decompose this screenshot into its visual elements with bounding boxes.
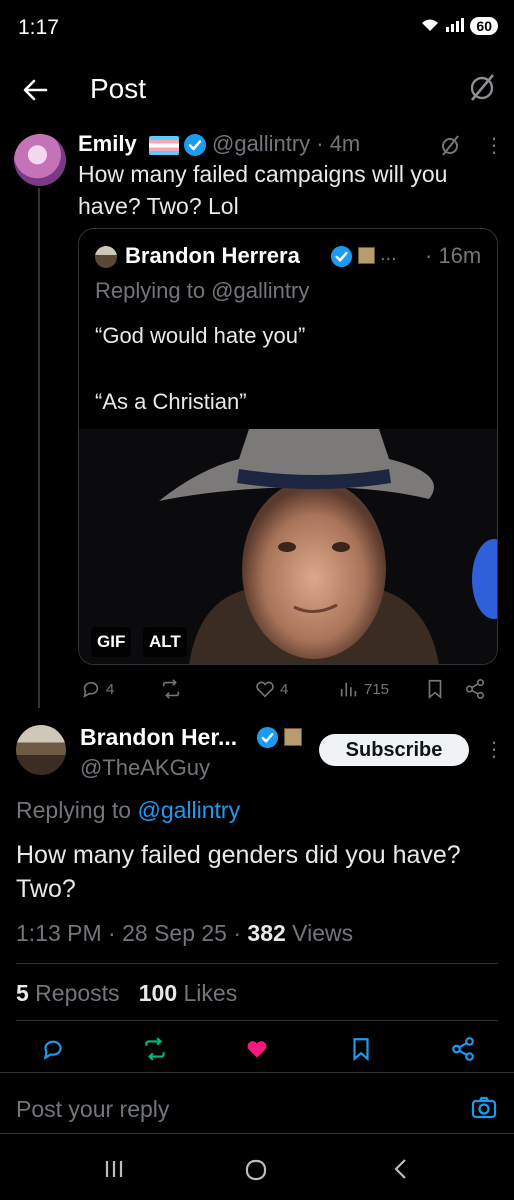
quoted-text-line: “As a Christian” bbox=[95, 389, 247, 414]
status-time: 1:17 bbox=[18, 16, 59, 39]
status-icons: 60 bbox=[420, 17, 498, 35]
avatar bbox=[95, 246, 117, 268]
affiliate-badge-icon bbox=[284, 728, 302, 746]
more-options-icon[interactable]: ⋮ bbox=[484, 133, 504, 158]
tweet-text: How many failed campaigns will you have?… bbox=[78, 161, 448, 219]
replying-to: Replying to @gallintry bbox=[16, 797, 240, 824]
grok-icon[interactable] bbox=[440, 134, 460, 156]
share-button[interactable] bbox=[450, 1036, 476, 1062]
grok-icon[interactable] bbox=[468, 72, 496, 102]
tweet-timestamp: 1:13 PM · 28 Sep 25 · 382 Views bbox=[16, 920, 353, 947]
avatar[interactable] bbox=[16, 725, 66, 775]
camera-icon[interactable] bbox=[470, 1094, 498, 1122]
gif-media[interactable]: GIF ALT bbox=[79, 429, 497, 664]
gif-label: GIF bbox=[91, 627, 132, 657]
like-action[interactable]: 4 bbox=[254, 678, 288, 700]
avatar[interactable] bbox=[14, 134, 66, 186]
bookmark-button[interactable] bbox=[348, 1036, 374, 1062]
signal-icon bbox=[446, 17, 465, 35]
quoted-time: · 16m bbox=[425, 243, 482, 268]
likes-count: 100 bbox=[138, 980, 178, 1006]
divider bbox=[16, 1020, 498, 1021]
reply-action[interactable]: 4 bbox=[80, 678, 114, 700]
recent-apps-icon[interactable] bbox=[104, 1158, 124, 1185]
reply-icon bbox=[43, 1040, 62, 1060]
reply-button[interactable] bbox=[40, 1036, 66, 1062]
engagement-stats: 5 Reposts 100 Likes bbox=[16, 980, 237, 1007]
likes-stat[interactable]: 100 Likes bbox=[139, 980, 237, 1006]
page-title: Post bbox=[90, 73, 147, 104]
gif-frame-image bbox=[79, 429, 497, 664]
wifi-icon bbox=[420, 18, 440, 35]
views-label: Views bbox=[285, 920, 354, 946]
bookmark-icon bbox=[428, 679, 442, 700]
reposts-label: Reposts bbox=[28, 980, 120, 1006]
home-icon[interactable] bbox=[244, 1158, 268, 1187]
repost-icon bbox=[162, 679, 180, 699]
tweet-text: How many failed genders did you have? Tw… bbox=[16, 841, 461, 903]
affiliate-badge-icon bbox=[358, 247, 375, 264]
heart-icon bbox=[256, 681, 274, 698]
reply-input[interactable]: Post your reply bbox=[16, 1096, 169, 1123]
views-action[interactable]: 715 bbox=[338, 678, 389, 700]
repost-action[interactable] bbox=[160, 678, 186, 700]
like-count: 4 bbox=[280, 680, 289, 698]
like-button[interactable] bbox=[244, 1036, 270, 1062]
repost-icon bbox=[145, 1037, 165, 1061]
share-icon bbox=[465, 679, 485, 699]
bookmark-icon bbox=[353, 1038, 369, 1062]
verified-badge-icon bbox=[256, 726, 279, 749]
system-back-icon[interactable] bbox=[392, 1158, 410, 1185]
alt-text-button[interactable]: ALT bbox=[143, 627, 187, 657]
quoted-tweet-card[interactable]: Brandon Herrera ... · 16m Replying to @g… bbox=[78, 228, 498, 665]
verified-badge-icon bbox=[330, 245, 353, 268]
thread-connector-line bbox=[38, 188, 40, 708]
author-handle[interactable]: @TheAKGuy bbox=[80, 755, 210, 781]
views-count: 382 bbox=[247, 920, 286, 946]
replying-handle-link[interactable]: @gallintry bbox=[137, 797, 240, 823]
reply-icon bbox=[83, 681, 99, 699]
author-name[interactable]: Brandon Her... bbox=[80, 724, 237, 751]
share-icon bbox=[452, 1037, 474, 1061]
reposts-count: 5 bbox=[16, 980, 29, 1006]
replying-to: Replying to @gallintry bbox=[95, 278, 310, 303]
back-arrow-icon[interactable] bbox=[18, 72, 54, 108]
views-icon bbox=[340, 682, 357, 697]
reposts-stat[interactable]: 5 Reposts bbox=[16, 980, 120, 1006]
more-options-icon[interactable]: ⋮ bbox=[484, 737, 504, 762]
replying-prefix: Replying to bbox=[16, 797, 138, 823]
trans-flag-emoji bbox=[149, 136, 179, 155]
views-count: 715 bbox=[364, 680, 390, 698]
quoted-text-line: “God would hate you” bbox=[95, 323, 306, 348]
share-action[interactable] bbox=[464, 678, 486, 700]
subscribe-button[interactable]: Subscribe bbox=[319, 734, 469, 766]
author-name[interactable]: Emily bbox=[78, 131, 137, 157]
bookmark-action[interactable] bbox=[424, 678, 446, 700]
likes-label: Likes bbox=[177, 980, 238, 1006]
heart-filled-icon bbox=[247, 1041, 267, 1058]
divider bbox=[0, 1133, 514, 1134]
repost-button[interactable] bbox=[142, 1036, 168, 1062]
truncation-ellipsis: ... bbox=[380, 243, 397, 265]
author-handle-time: @gallintry · 4m bbox=[212, 131, 361, 156]
verified-badge-icon bbox=[183, 133, 207, 157]
battery-indicator: 60 bbox=[470, 17, 498, 35]
divider bbox=[0, 1072, 514, 1073]
tweet-time: 1:13 PM · 28 Sep 25 · bbox=[16, 920, 248, 946]
quoted-author-name: Brandon Herrera bbox=[125, 243, 300, 268]
reply-count: 4 bbox=[106, 680, 115, 698]
divider bbox=[16, 963, 498, 964]
